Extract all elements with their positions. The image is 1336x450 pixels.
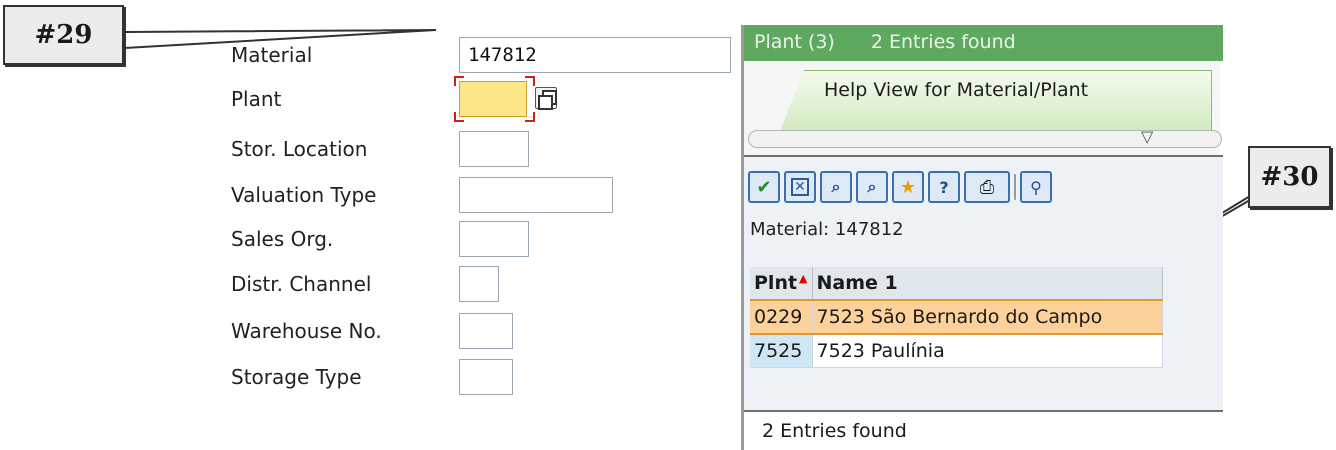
check-icon[interactable]: ✔ (748, 171, 780, 203)
value-help-dialog: Plant (3) 2 Entries found Help View for … (741, 25, 1223, 450)
plant-label: Plant (231, 87, 282, 111)
distr-channel-row: Distr. Channel (221, 264, 741, 304)
dialog-toolbar: ✔ ✕ ⌕ ⌕ ★ ? ⎙ ⚲ (748, 169, 1052, 205)
focus-marker (454, 112, 464, 122)
warehouse-no-field[interactable] (459, 313, 513, 349)
dialog-title-bar: Plant (3) 2 Entries found (744, 25, 1223, 61)
sales-org-label: Sales Org. (231, 227, 334, 251)
sort-icon: ▲ (799, 272, 808, 285)
valuation-type-label: Valuation Type (231, 183, 377, 207)
column-header-name[interactable]: Name 1 (812, 267, 1163, 301)
material-label: Material (231, 43, 313, 67)
favorites-add-icon[interactable]: ★ (892, 171, 924, 203)
cancel-icon[interactable]: ✕ (784, 171, 816, 203)
storage-type-row: Storage Type (221, 357, 741, 397)
focus-marker (525, 112, 535, 122)
warehouse-no-label: Warehouse No. (231, 319, 382, 343)
stor-location-row: Stor. Location (221, 129, 741, 169)
distr-channel-field[interactable] (459, 266, 499, 302)
plant-row: Plant (221, 76, 741, 122)
info-icon[interactable]: ? (928, 171, 960, 203)
find-next-icon[interactable]: ⌕ (856, 171, 888, 203)
dialog-title-status: 2 Entries found (870, 31, 1016, 53)
results-table: Plnt ▲ Name 1 0229 7523 São Bernardo do C… (750, 267, 1163, 368)
settings-icon[interactable]: ⚲ (1020, 171, 1052, 203)
dialog-title: Plant (3) (754, 31, 835, 53)
status-bar: 2 Entries found (744, 410, 1223, 450)
focus-marker (525, 76, 535, 86)
storage-type-field[interactable] (459, 359, 513, 395)
callout-29: #29 (3, 5, 124, 65)
plant-field[interactable] (459, 81, 527, 117)
material-field[interactable]: 147812 (459, 37, 731, 73)
find-icon[interactable]: ⌕ (820, 171, 852, 203)
callout-30: #30 (1248, 146, 1331, 208)
storage-type-label: Storage Type (231, 365, 362, 389)
sales-org-field[interactable] (459, 221, 529, 257)
sales-org-row: Sales Org. (221, 219, 741, 259)
valuation-type-field[interactable] (459, 177, 613, 213)
column-header-plnt[interactable]: Plnt ▲ (750, 267, 813, 301)
valuation-type-row: Valuation Type (221, 175, 741, 215)
scroll-down-icon[interactable]: ▽ (1141, 127, 1153, 146)
warehouse-no-row: Warehouse No. (221, 311, 741, 351)
tab-label: Help View for Material/Plant (824, 79, 1089, 101)
table-header-row: Plnt ▲ Name 1 (750, 267, 1163, 301)
copy-icon[interactable] (535, 87, 557, 110)
toolbar-separator (1014, 174, 1016, 200)
plant-cell[interactable]: 0229 (750, 299, 813, 335)
stor-location-label: Stor. Location (231, 137, 368, 161)
results-area: ✔ ✕ ⌕ ⌕ ★ ? ⎙ ⚲ Material: 147812 Plnt ▲ N… (744, 155, 1223, 410)
name-cell[interactable]: 7523 São Bernardo do Campo (812, 299, 1163, 335)
material-info: Material: 147812 (750, 219, 904, 240)
table-row[interactable]: 7525 7523 Paulínia (750, 334, 1163, 368)
name-cell[interactable]: 7523 Paulínia (812, 334, 1163, 368)
horizontal-scrollbar[interactable]: ▽ (748, 127, 1222, 148)
stor-location-field[interactable] (459, 131, 529, 167)
print-icon[interactable]: ⎙ (964, 171, 1010, 203)
table-row[interactable]: 0229 7523 São Bernardo do Campo (750, 299, 1163, 335)
distr-channel-label: Distr. Channel (231, 272, 372, 296)
plant-cell[interactable]: 7525 (750, 334, 813, 368)
focus-marker (454, 76, 464, 86)
selection-form: Material 147812 Plant Stor. Location Val… (221, 35, 741, 450)
material-row: Material 147812 (221, 35, 741, 75)
